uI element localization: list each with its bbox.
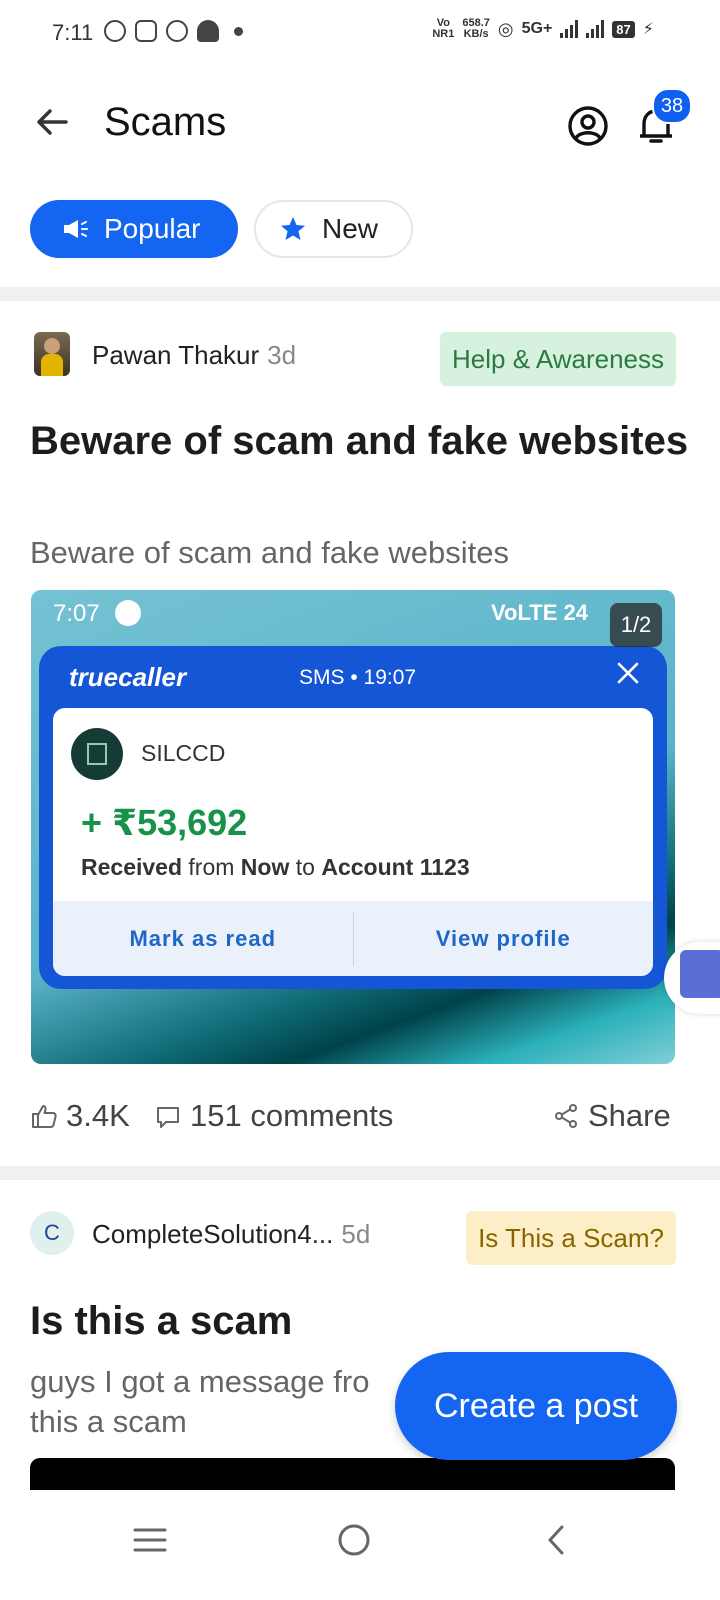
app-header: Scams (0, 80, 720, 170)
tab-new[interactable]: New (254, 200, 413, 258)
sms-sender: SILCCD (141, 740, 226, 766)
home-button[interactable] (324, 1510, 384, 1570)
status-right: Vo NR1 658.7 KB/s ◎ 5G+ 87 ⚡ (432, 18, 654, 40)
author-name: Pawan Thakur (92, 340, 260, 370)
nav-back-button[interactable] (526, 1510, 586, 1570)
share-button[interactable]: Share (552, 1098, 671, 1134)
view-profile-label: View profile (435, 926, 571, 951)
author-avatar[interactable] (34, 332, 70, 376)
image-status-right: VoLTE 24 (491, 600, 588, 625)
truecaller-logo: truecaller (69, 662, 187, 692)
snapchat-icon (197, 20, 219, 42)
thumbs-up-icon (32, 1105, 57, 1128)
network-type: 5G+ (521, 20, 553, 37)
charging-icon: ⚡ (642, 21, 654, 38)
instagram-icon (135, 20, 157, 42)
author-line[interactable]: CompleteSolution4... 5d (92, 1219, 370, 1250)
post-image[interactable]: 7:07 VoLTE 24 truecaller SMS • 19:07 SIL… (31, 590, 675, 1064)
star-icon (281, 217, 305, 240)
recents-button[interactable] (120, 1510, 180, 1570)
share-icon (555, 1104, 577, 1128)
post-body: guys I got a message fro this a scam (30, 1364, 370, 1439)
system-nav-bar (0, 1490, 720, 1600)
msg-now: Now (240, 854, 290, 880)
post-header: C CompleteSolution4... 5d Is This a Scam? (30, 1211, 690, 1265)
comments-button[interactable]: 151 comments (154, 1098, 393, 1134)
tab-new-label: New (322, 213, 379, 244)
building-icon (71, 728, 123, 780)
tab-popular-label: Popular (104, 213, 201, 244)
comment-icon (157, 1107, 179, 1128)
truecaller-card: truecaller SMS • 19:07 SILCCD + ₹53,692 … (39, 646, 667, 989)
create-post-button[interactable]: Create a post (395, 1352, 677, 1460)
back-arrow-icon[interactable] (34, 104, 70, 140)
account-icon[interactable] (566, 104, 610, 148)
more-dot-icon (234, 26, 243, 36)
comment-count: 151 comments (190, 1098, 394, 1133)
sms-notification: SILCCD + ₹53,692 Received from Now to Ac… (53, 708, 653, 976)
post-title[interactable]: Beware of scam and fake websites (30, 416, 690, 466)
category-tag[interactable]: Is This a Scam? (466, 1211, 676, 1265)
post-reactions: 3.4K 151 comments Share (30, 1092, 680, 1142)
chat-bubble-icon (115, 600, 141, 626)
post-title[interactable]: Is this a scam (30, 1296, 690, 1346)
tab-popular[interactable]: Popular (30, 200, 238, 258)
post-age: 3d (267, 340, 297, 370)
whatsapp-icon (166, 20, 188, 42)
status-time: 7:11 (52, 20, 94, 45)
author-avatar[interactable]: C (30, 1211, 74, 1255)
signal-icon (560, 20, 579, 38)
home-circle-icon (338, 1524, 370, 1556)
mark-as-read-label: Mark as read (129, 926, 277, 951)
image-status-time: 7:07 (53, 600, 100, 627)
notification-badge: 38 (652, 88, 692, 124)
network-speed: 658.7 KB/s (462, 18, 490, 40)
megaphone-icon (64, 220, 88, 238)
author-name: CompleteSolution4... (92, 1219, 334, 1249)
battery-level: 87 (612, 20, 635, 38)
msg-to: to (289, 854, 322, 880)
category-tag[interactable]: Help & Awareness (440, 332, 676, 386)
sms-actions: Mark as read View profile (53, 901, 653, 976)
speed-unit: KB/s (463, 28, 489, 40)
msg-received: Received (81, 854, 183, 880)
post-body: Beware of scam and fake websites (30, 535, 510, 570)
post-header: Pawan Thakur 3d Help & Awareness (30, 332, 690, 386)
section-divider (0, 287, 720, 301)
like-count: 3.4K (66, 1098, 130, 1133)
chevron-left-icon (548, 1525, 564, 1555)
hotspot-icon: ◎ (497, 18, 514, 39)
section-divider (0, 1166, 720, 1180)
sms-amount: + ₹53,692 (81, 802, 248, 843)
msg-from: from (182, 854, 241, 880)
sms-meta: SMS • 19:07 (299, 666, 417, 689)
close-icon (617, 662, 639, 684)
share-label: Share (588, 1098, 671, 1133)
volte-bottom: NR1 (432, 28, 455, 40)
like-button[interactable]: 3.4K (30, 1098, 130, 1134)
menu-icon (133, 1528, 167, 1552)
status-bar: 7:11 Vo NR1 658.7 KB/s ◎ 5G+ 87 ⚡ (0, 0, 720, 68)
image-counter: 1/2 (610, 603, 662, 647)
notification-icons (104, 20, 243, 42)
sms-message: Received from Now to Account 1123 (81, 854, 470, 881)
whatsapp-icon (104, 20, 126, 42)
author-line[interactable]: Pawan Thakur 3d (92, 340, 296, 371)
post-age: 5d (341, 1219, 371, 1249)
signal-icon (586, 20, 605, 38)
page-title: Scams (104, 100, 227, 144)
volte-indicator: Vo NR1 (432, 18, 454, 40)
msg-account: Account 1123 (321, 854, 470, 880)
